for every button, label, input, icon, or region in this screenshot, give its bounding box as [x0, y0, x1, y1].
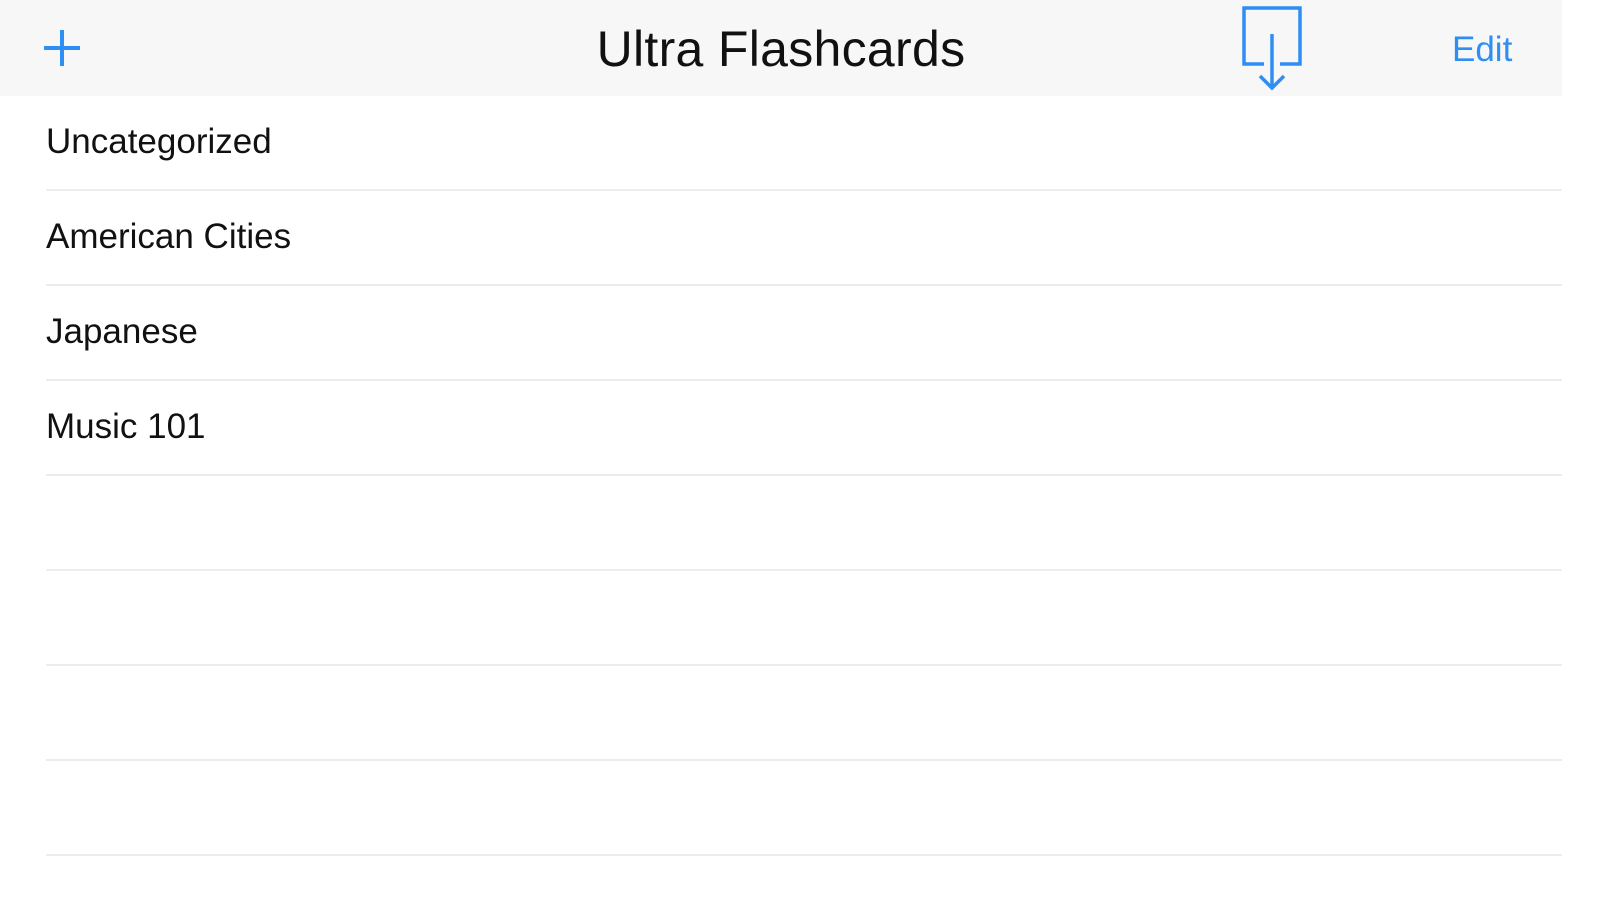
import-download-icon	[1242, 6, 1302, 91]
empty-row	[0, 666, 1599, 761]
edit-button[interactable]: Edit	[1452, 30, 1512, 70]
row-separator	[46, 854, 1562, 856]
deck-list: Uncategorized American Cities Japanese M…	[0, 96, 1599, 856]
deck-label: Music 101	[46, 407, 206, 446]
deck-label: Japanese	[46, 312, 198, 351]
empty-row	[0, 476, 1599, 571]
empty-row	[0, 571, 1599, 666]
list-item[interactable]: Music 101	[0, 381, 1599, 476]
app-window: Ultra Flashcards Edit Uncategorized Amer…	[0, 0, 1599, 900]
page-title: Ultra Flashcards	[596, 21, 966, 77]
navigation-bar: Ultra Flashcards Edit	[0, 0, 1562, 96]
list-item[interactable]: American Cities	[0, 191, 1599, 286]
import-button[interactable]	[1238, 4, 1306, 92]
empty-row	[0, 761, 1599, 856]
deck-label: American Cities	[46, 217, 292, 256]
list-item[interactable]: Uncategorized	[0, 96, 1599, 191]
deck-label: Uncategorized	[46, 122, 272, 161]
list-item[interactable]: Japanese	[0, 286, 1599, 381]
